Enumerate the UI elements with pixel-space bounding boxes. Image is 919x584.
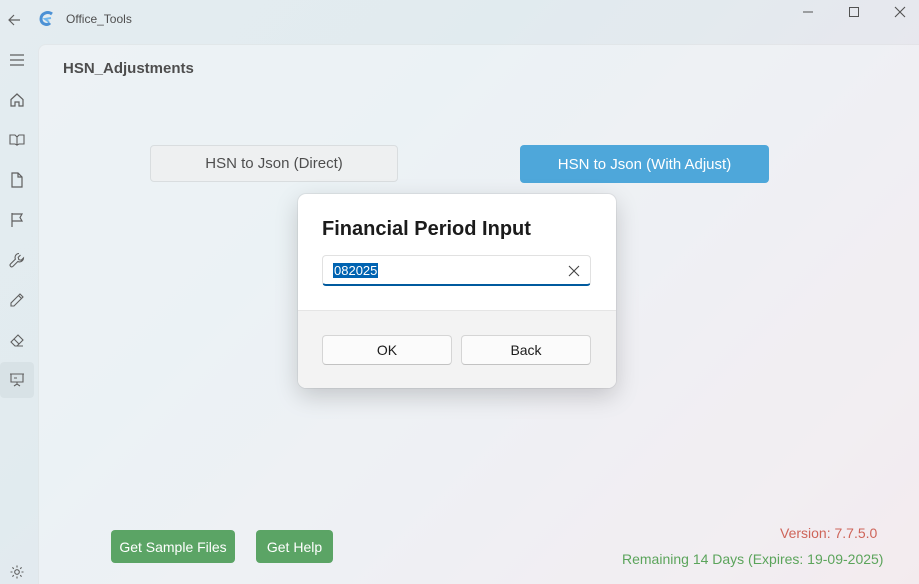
financial-period-dialog: Financial Period Input 082025 OK Back	[298, 194, 616, 388]
back-button[interactable]: Back	[461, 335, 591, 365]
dialog-footer: OK Back	[298, 310, 616, 388]
dialog-title: Financial Period Input	[322, 218, 531, 240]
input-selected-text: 082025	[333, 263, 379, 278]
financial-period-input[interactable]: 082025	[322, 255, 591, 286]
clear-icon[interactable]	[566, 263, 582, 279]
ok-button[interactable]: OK	[322, 335, 452, 365]
